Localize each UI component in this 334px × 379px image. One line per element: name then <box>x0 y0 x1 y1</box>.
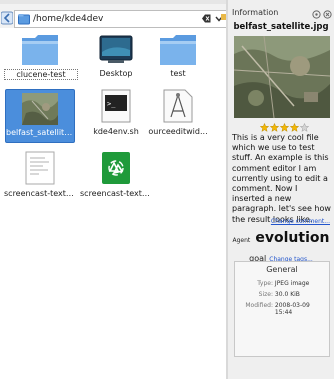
file-item-selected[interactable]: belfast_satellite.... <box>5 89 75 143</box>
panel-header: Information <box>228 8 334 22</box>
file-item[interactable]: screencast-text.txt <box>4 151 76 201</box>
meta-key: Size: <box>258 291 273 298</box>
star-filled-icon[interactable] <box>280 123 289 132</box>
back-arrow-icon[interactable] <box>1 11 13 25</box>
information-panel: Information belfast_satellite.jpg This i… <box>228 0 334 379</box>
folder-icon <box>160 35 196 65</box>
clear-location-icon[interactable] <box>201 13 211 24</box>
meta-key: Modified: <box>245 302 273 309</box>
tag-agent[interactable]: Agent <box>233 237 251 244</box>
vector-drawing-icon <box>163 89 193 123</box>
location-toolbar: /home/kde4dev <box>0 4 230 28</box>
star-filled-icon[interactable] <box>290 123 299 132</box>
file-label: ourceeditwid... <box>148 127 208 136</box>
image-preview <box>234 36 330 118</box>
rating-stars[interactable] <box>260 123 309 133</box>
comment-text: This is a very cool file which we use to… <box>232 133 331 224</box>
selected-filename: belfast_satellite.jpg <box>233 22 329 32</box>
meta-row-type: Type: JPEG image <box>239 280 327 287</box>
recycle-document-icon <box>102 152 130 184</box>
file-item[interactable]: test <box>142 32 214 84</box>
file-item[interactable]: screencast-text.... <box>80 151 152 201</box>
folder-icon <box>22 35 58 65</box>
change-comment-link[interactable]: Change comment... <box>271 218 330 225</box>
tag-evolution[interactable]: evolution <box>255 230 329 246</box>
meta-value: JPEG image <box>274 280 310 287</box>
panel-title: Information <box>232 8 279 17</box>
file-label: screencast-text.... <box>80 189 152 198</box>
desktop-folder-icon <box>99 35 133 63</box>
file-view[interactable]: clucene-test Desktop test belfast_satell… <box>0 28 226 379</box>
file-label: screencast-text.txt <box>4 189 76 198</box>
meta-key: Type: <box>257 280 273 287</box>
star-filled-icon[interactable] <box>260 123 269 132</box>
file-item[interactable]: clucene-test <box>4 32 78 84</box>
file-label: clucene-test <box>4 69 78 80</box>
general-section: General Type: JPEG image Size: 30.0 KiB … <box>234 261 330 357</box>
tag-cloud: Agent evolution <box>228 227 334 246</box>
file-label: belfast_satellite.... <box>6 128 74 137</box>
terminal-script-icon: >_ <box>101 89 131 123</box>
svg-text:>_: >_ <box>107 100 116 108</box>
location-bar[interactable]: /home/kde4dev <box>14 10 228 28</box>
star-filled-icon[interactable] <box>270 123 279 132</box>
home-folder-icon <box>18 14 30 25</box>
meta-value: 30.0 KiB <box>274 291 300 298</box>
meta-row-size: Size: 30.0 KiB <box>239 291 327 298</box>
location-path[interactable]: /home/kde4dev <box>33 12 103 26</box>
meta-value: 2008-03-09 15:44 <box>274 302 310 316</box>
general-title: General <box>266 265 298 274</box>
meta-row-modified: Modified: 2008-03-09 15:44 <box>239 302 327 316</box>
text-document-icon <box>25 151 55 185</box>
float-panel-icon[interactable] <box>312 10 321 19</box>
file-label: test <box>170 69 186 78</box>
image-thumbnail-icon <box>22 93 58 125</box>
star-empty-icon[interactable] <box>300 123 309 132</box>
file-item[interactable]: ourceeditwid... <box>142 89 214 141</box>
close-icon[interactable] <box>323 10 332 19</box>
